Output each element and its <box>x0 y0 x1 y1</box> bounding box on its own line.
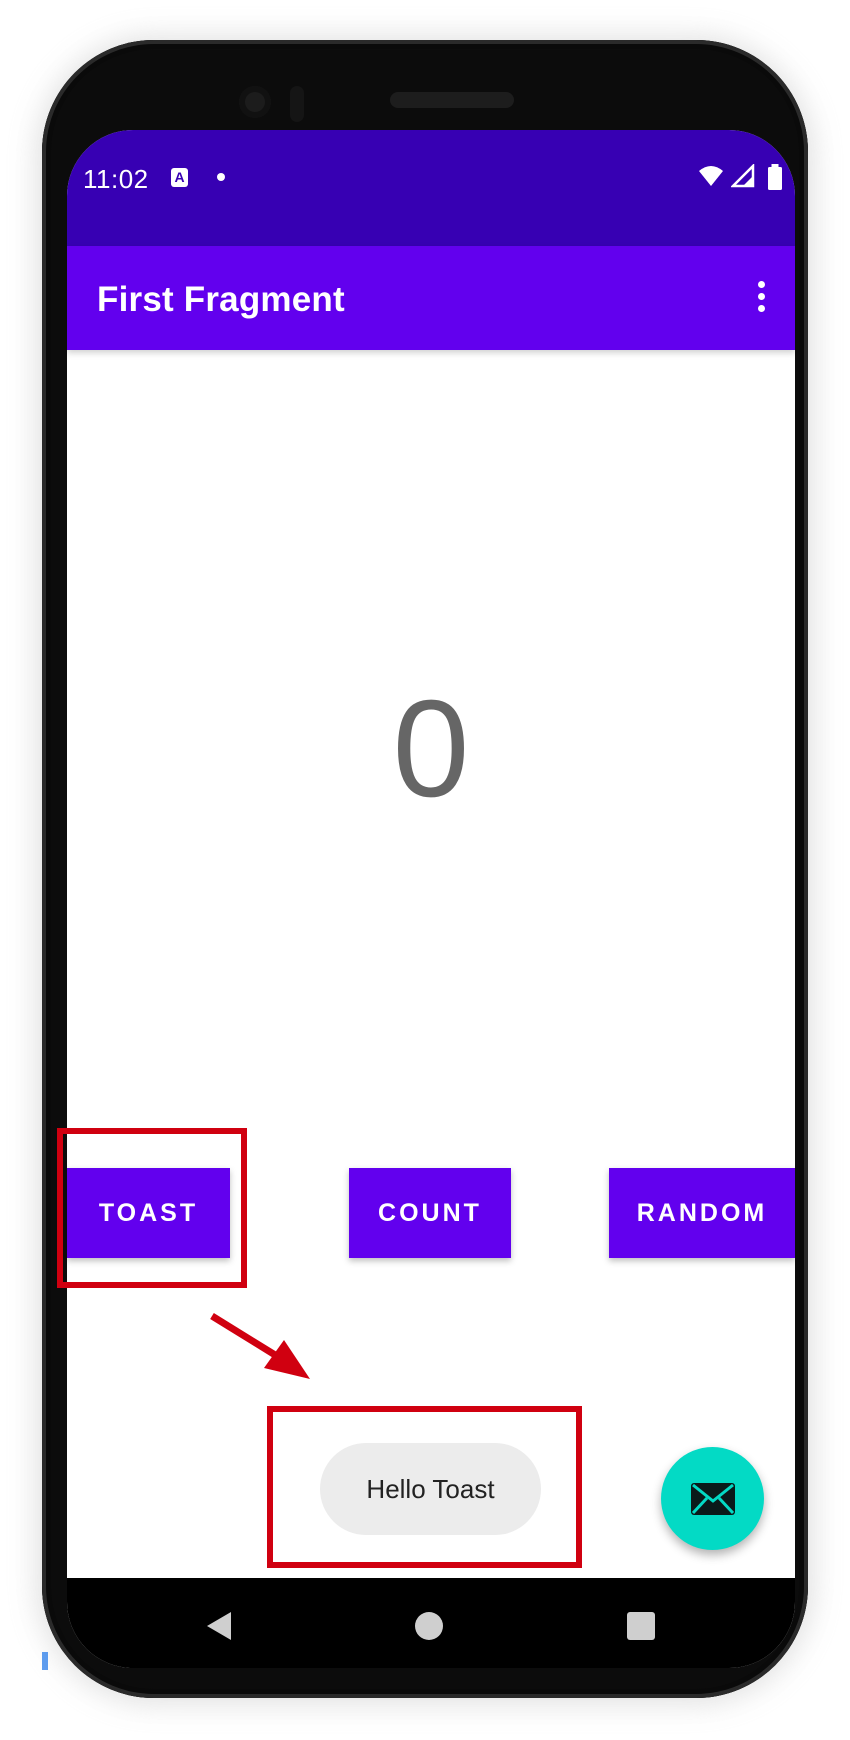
status-icons <box>698 164 783 190</box>
edge-mark <box>42 1652 48 1670</box>
app-bar: First Fragment <box>67 246 795 350</box>
wifi-icon <box>699 166 724 186</box>
annotation-box-toast-message <box>267 1406 582 1568</box>
home-icon[interactable] <box>415 1612 443 1640</box>
notification-app-icon: A <box>171 168 188 187</box>
status-time: 11:02 <box>83 164 149 194</box>
count-display: 0 <box>392 672 470 826</box>
annotation-box-toast-button <box>57 1128 247 1288</box>
annotation-arrow-icon <box>210 1313 310 1379</box>
signal-icon <box>730 164 754 188</box>
earpiece-speaker <box>390 92 514 108</box>
random-button[interactable]: RANDOM <box>609 1168 795 1258</box>
notification-dot-icon <box>217 173 225 181</box>
recents-icon[interactable] <box>627 1612 655 1640</box>
navigation-bar <box>67 1578 795 1668</box>
status-bar: 11:02 A <box>67 130 795 246</box>
email-icon <box>690 1482 735 1515</box>
count-button[interactable]: COUNT <box>349 1168 511 1258</box>
app-title: First Fragment <box>97 280 345 319</box>
camera-sensor <box>290 86 304 122</box>
more-vert-icon[interactable] <box>749 276 773 320</box>
email-fab-button[interactable] <box>661 1447 764 1550</box>
battery-icon <box>768 164 782 190</box>
back-icon[interactable] <box>205 1610 233 1642</box>
front-camera <box>239 86 271 118</box>
